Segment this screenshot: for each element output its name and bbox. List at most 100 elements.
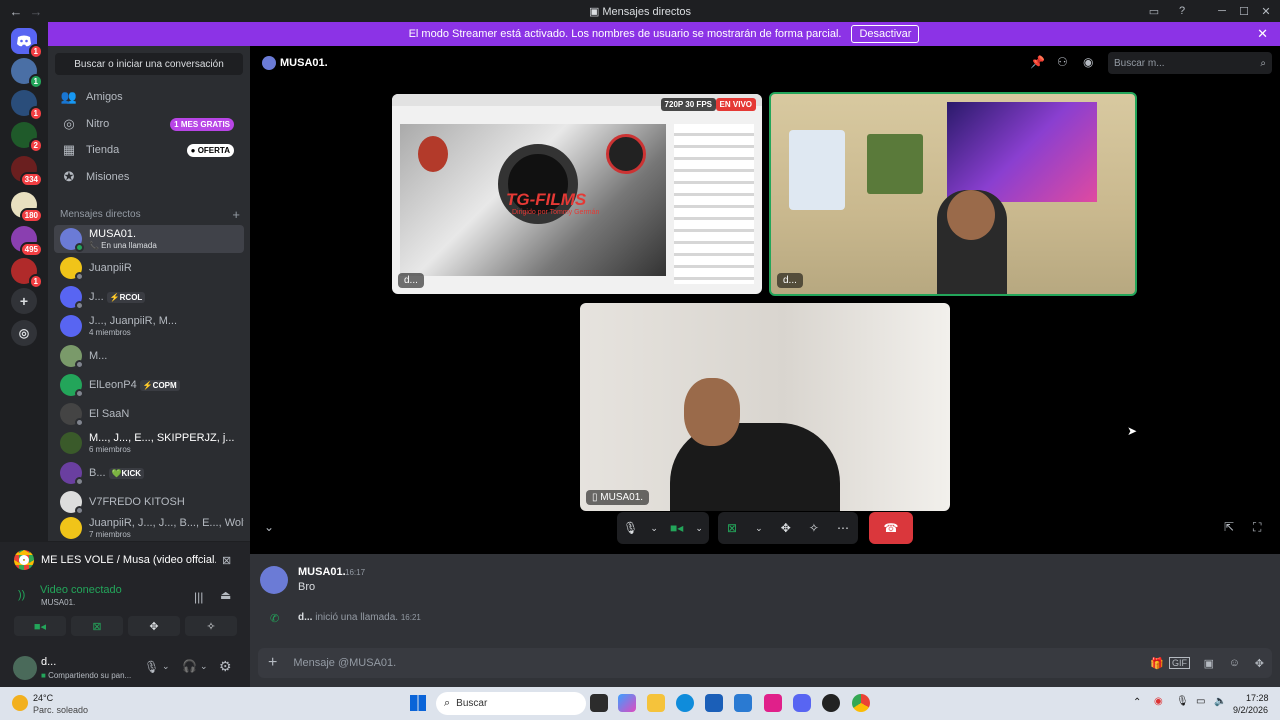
copilot-icon[interactable] (618, 694, 636, 712)
message-input[interactable]: Mensaje @MUSA01. (293, 657, 396, 669)
disconnect-icon[interactable]: ⏏ (220, 588, 231, 602)
server-icon[interactable]: 495 (11, 226, 43, 257)
weather-temp[interactable]: 24°C (33, 693, 53, 703)
collapse-icon[interactable]: ⌄ (264, 520, 274, 534)
dm-item[interactable]: B... 💚KICK (54, 459, 244, 487)
microphone-icon[interactable]: 🎙 (144, 660, 159, 674)
soundboard-button[interactable]: ✧ (185, 616, 237, 636)
server-icon[interactable]: 2 (11, 122, 43, 153)
sticker-icon[interactable]: ▣ (1204, 657, 1214, 670)
weather-desc[interactable]: Parc. soleado (33, 705, 88, 715)
activity-row[interactable]: ME LES VOLE / Musa (video offcial... ⊠ (14, 550, 236, 570)
server-icon[interactable]: 1 (11, 90, 43, 121)
camera-icon[interactable]: ■◂ (670, 521, 683, 535)
discord-taskbar-icon[interactable] (793, 694, 811, 712)
find-conversation-button[interactable]: Buscar o iniciar una conversación (55, 53, 243, 75)
edge-icon[interactable] (676, 694, 694, 712)
soundboard-icon[interactable]: ✧ (809, 521, 819, 535)
add-server-icon[interactable]: + (11, 288, 37, 314)
dm-item[interactable]: JuanpiiR (54, 254, 244, 282)
discord-home-icon[interactable]: 1 (11, 28, 43, 59)
help-icon[interactable]: ? (1168, 0, 1196, 22)
pin-icon[interactable]: 📌 (1030, 55, 1045, 69)
microphone-icon[interactable]: 🎙 (1176, 696, 1189, 707)
create-dm-icon[interactable]: + (232, 207, 240, 222)
server-icon[interactable]: 180 (11, 192, 43, 223)
clock-time[interactable]: 17:28 (1246, 693, 1269, 703)
windows-start-icon[interactable] (410, 695, 426, 711)
chevron-down-icon[interactable]: ⌄ (200, 661, 208, 672)
dm-item[interactable]: MUSA01. 📞 En una llamada (54, 225, 244, 253)
task-view-icon[interactable] (590, 694, 608, 712)
sidebar-item-shop[interactable]: ▦ Tienda ● OFERTA (56, 138, 242, 162)
gif-icon[interactable]: GIF (1169, 657, 1190, 669)
dm-item[interactable]: J..., JuanpiiR, M... 4 miembros (54, 312, 244, 340)
screen-share-button[interactable]: ⊠ (71, 616, 123, 636)
deactivate-button[interactable]: Desactivar (851, 25, 920, 43)
chevron-down-icon[interactable]: ⌄ (695, 523, 703, 534)
dm-item[interactable]: V7FREDO KITOSH (54, 488, 244, 516)
connected-channel[interactable]: MUSA01. (41, 598, 75, 607)
github-icon[interactable] (822, 694, 840, 712)
dm-item[interactable]: M..., J..., E..., SKIPPERJZ, j... 6 miemb… (54, 429, 244, 457)
tray-app-icon[interactable]: ◉ (1154, 696, 1163, 707)
message-composer[interactable]: + Mensaje @MUSA01. 🎁 GIF ▣ ☺ ✥ (258, 648, 1272, 678)
search-input[interactable]: Buscar m... ⌕ (1108, 52, 1272, 74)
server-icon[interactable]: 1 (11, 58, 43, 89)
more-icon[interactable]: ⋯ (837, 521, 849, 535)
message-author[interactable]: MUSA01. (298, 566, 346, 578)
activities-icon[interactable]: ✥ (781, 521, 791, 535)
participant-tile[interactable]: ▯ MUSA01. (580, 303, 950, 511)
screen-share-icon[interactable]: ⊠ (727, 521, 737, 535)
outlook-icon[interactable] (734, 694, 752, 712)
dm-item[interactable]: JuanpiiR, J..., J..., B..., E..., Wolf..… (54, 517, 244, 541)
dm-item[interactable]: ElLeonP4 ⚡COPM (54, 371, 244, 399)
clock-date[interactable]: 9/2/2026 (1233, 705, 1268, 715)
add-user-icon[interactable]: ⚇ (1057, 55, 1068, 69)
sidebar-item-quests[interactable]: ✪ Misiones (56, 165, 242, 189)
chevron-down-icon[interactable]: ⌄ (755, 523, 763, 534)
gear-icon[interactable]: ⚙ (219, 658, 232, 675)
fullscreen-icon[interactable]: ⛶ (1253, 520, 1261, 535)
apps-icon[interactable]: ✥ (1255, 657, 1264, 670)
server-icon[interactable]: 1 (11, 258, 43, 289)
camera-button[interactable]: ■◂ (14, 616, 66, 636)
server-icon[interactable]: 334 (11, 156, 43, 187)
username[interactable]: d... (41, 656, 56, 668)
activities-button[interactable]: ✥ (128, 616, 180, 636)
attach-icon[interactable]: + (268, 654, 277, 672)
dm-item[interactable]: El SaaN (54, 400, 244, 428)
discover-icon[interactable]: ◎ (11, 320, 37, 346)
recipient-name[interactable]: MUSA01. (280, 57, 328, 69)
back-button[interactable]: ← (9, 4, 23, 19)
avatar[interactable] (13, 656, 37, 680)
inbox-button[interactable]: ▭ (1140, 0, 1168, 22)
taskbar-search[interactable]: ⌕ Buscar (436, 692, 586, 715)
monitor-icon[interactable]: ▭ (1196, 696, 1205, 707)
profile-icon[interactable]: ◉ (1083, 55, 1093, 69)
dm-item[interactable]: M... (54, 342, 244, 370)
gift-icon[interactable]: 🎁 (1150, 657, 1164, 670)
tiktok-icon[interactable] (764, 694, 782, 712)
popout-icon[interactable]: ⇱ (1224, 520, 1234, 534)
volume-icon[interactable]: 🔈 (1214, 696, 1226, 707)
headphones-icon[interactable]: 🎧 (182, 659, 197, 673)
chevron-down-icon[interactable]: ⌄ (650, 523, 658, 534)
close-button[interactable]: ✕ (1252, 0, 1280, 22)
stop-stream-icon[interactable]: ⊠ (222, 554, 231, 567)
noise-suppression-icon[interactable]: ||| (194, 590, 203, 604)
connection-status[interactable]: Video conectado (40, 584, 122, 596)
webcam-tile[interactable]: d... (769, 92, 1137, 296)
chevron-up-icon[interactable]: ⌃ (1133, 697, 1141, 708)
chevron-down-icon[interactable]: ⌄ (162, 661, 170, 672)
store-icon[interactable] (705, 694, 723, 712)
emoji-icon[interactable]: ☺ (1229, 657, 1240, 669)
avatar[interactable] (260, 566, 288, 594)
screen-share-tile[interactable]: TG-FILMS Dirigido por Tommy Germán 720P … (392, 94, 762, 294)
dm-item[interactable]: J... ⚡RCOL (54, 283, 244, 311)
chrome-icon[interactable] (852, 694, 870, 712)
sidebar-item-nitro[interactable]: ◎ Nitro 1 MES GRATIS (56, 112, 242, 136)
leave-call-button[interactable]: ☎ (869, 512, 913, 544)
sidebar-item-friends[interactable]: 👥 Amigos (56, 85, 242, 109)
microphone-icon[interactable]: 🎙 (623, 521, 638, 535)
